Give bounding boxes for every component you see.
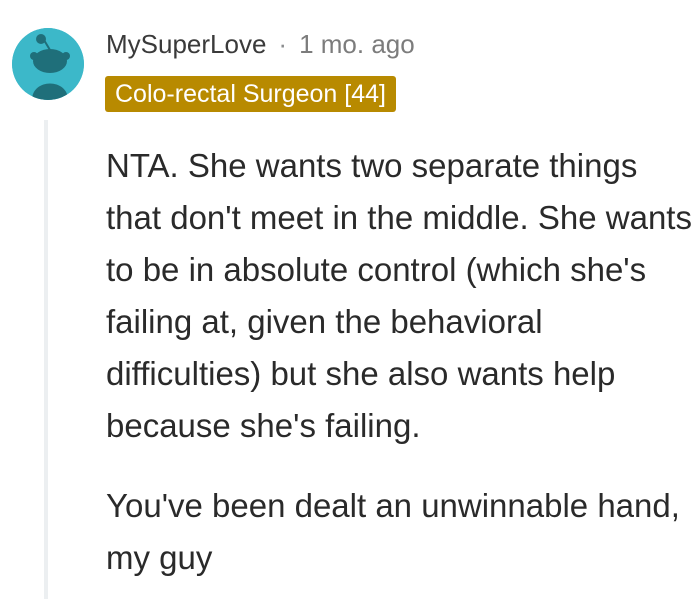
meta-separator: · [278,29,288,59]
comment-timestamp[interactable]: 1 mo. ago [299,26,415,62]
user-avatar[interactable] [12,28,84,100]
comment: MySuperLove · 1 mo. ago Colo-rectal Surg… [0,0,700,599]
comment-meta: MySuperLove · 1 mo. ago [106,26,415,62]
reddit-snoo-avatar-icon [12,28,84,100]
comment-paragraph: You've been dealt an unwinnable hand, my… [106,487,680,576]
comment-paragraph: NTA. She wants two separate things that … [106,147,692,444]
user-flair: Colo-rectal Surgeon [44] [105,76,396,112]
comment-body: NTA. She wants two separate things that … [106,140,696,584]
username-link[interactable]: MySuperLove [106,26,266,62]
thread-collapse-line[interactable] [44,120,48,599]
